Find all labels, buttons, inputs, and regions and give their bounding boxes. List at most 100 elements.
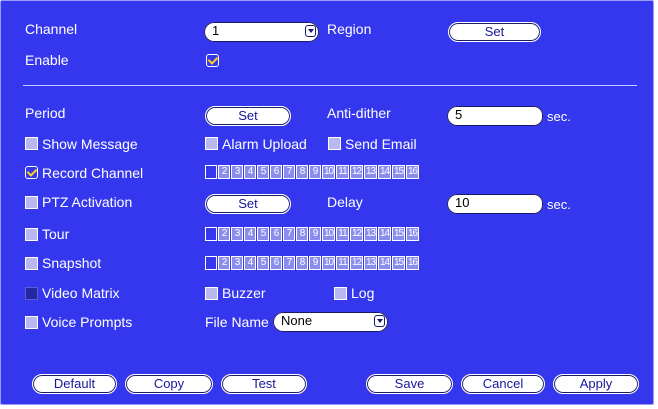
cancel-button[interactable]: Cancel — [461, 374, 545, 394]
snapshot-channel-14[interactable]: 14 — [378, 256, 391, 270]
region-label: Region — [327, 21, 372, 37]
record-channel-9[interactable]: 9 — [309, 165, 321, 179]
record-channel-12[interactable]: 12 — [350, 165, 363, 179]
snapshot-channel-5[interactable]: 5 — [257, 256, 269, 270]
apply-button[interactable]: Apply — [553, 374, 639, 394]
show-message-label: Show Message — [42, 136, 138, 152]
snapshot-channel-4[interactable]: 4 — [244, 256, 256, 270]
snapshot-channel-15[interactable]: 15 — [392, 256, 405, 270]
snapshot-channel-grid: 1 2 3 4 5 6 7 8 9 10 11 12 13 14 15 16 — [205, 256, 420, 272]
tour-channel-16[interactable]: 16 — [406, 227, 419, 241]
channel-select-value: 1 — [212, 23, 220, 38]
tour-checkbox[interactable] — [25, 228, 38, 241]
buzzer-checkbox[interactable] — [205, 287, 218, 300]
ptz-set-button[interactable]: Set — [205, 194, 291, 214]
alarm-upload-checkbox[interactable] — [205, 137, 218, 150]
tour-channel-14[interactable]: 14 — [378, 227, 391, 241]
log-checkbox[interactable] — [334, 287, 347, 300]
tour-channel-5[interactable]: 5 — [257, 227, 269, 241]
snapshot-label: Snapshot — [42, 255, 102, 271]
snapshot-checkbox[interactable] — [25, 257, 38, 270]
anti-dither-input[interactable]: 5 — [447, 106, 543, 126]
snapshot-channel-1[interactable]: 1 — [205, 256, 217, 270]
tour-channel-4[interactable]: 4 — [244, 227, 256, 241]
record-channel-10[interactable]: 10 — [322, 165, 335, 179]
delay-label: Delay — [327, 194, 363, 210]
channel-label: Channel — [25, 21, 78, 37]
snapshot-channel-8[interactable]: 8 — [296, 256, 308, 270]
snapshot-channel-9[interactable]: 9 — [309, 256, 321, 270]
anti-dither-label: Anti-dither — [327, 105, 391, 121]
snapshot-channel-13[interactable]: 13 — [364, 256, 377, 270]
tour-channel-2[interactable]: 2 — [218, 227, 230, 241]
chevron-down-icon[interactable] — [374, 315, 385, 327]
send-email-label: Send Email — [345, 136, 417, 152]
enable-checkbox[interactable] — [206, 54, 219, 67]
alarm-settings-panel: Channel 1 Region Set Enable Period Set A… — [0, 0, 654, 405]
record-channel-15[interactable]: 15 — [392, 165, 405, 179]
record-channel-13[interactable]: 13 — [364, 165, 377, 179]
snapshot-channel-3[interactable]: 3 — [231, 256, 243, 270]
record-channel-4[interactable]: 4 — [244, 165, 256, 179]
snapshot-channel-7[interactable]: 7 — [283, 256, 295, 270]
section-divider — [23, 85, 637, 86]
record-channel-11[interactable]: 11 — [336, 165, 349, 179]
tour-channel-15[interactable]: 15 — [392, 227, 405, 241]
snapshot-channel-2[interactable]: 2 — [218, 256, 230, 270]
tour-channel-1[interactable]: 1 — [205, 227, 217, 241]
period-label: Period — [25, 105, 66, 121]
period-set-button[interactable]: Set — [205, 106, 291, 126]
region-set-button[interactable]: Set — [448, 22, 541, 42]
tour-label: Tour — [42, 226, 70, 242]
record-channel-8[interactable]: 8 — [296, 165, 308, 179]
default-button[interactable]: Default — [32, 374, 117, 394]
snapshot-channel-12[interactable]: 12 — [350, 256, 363, 270]
copy-button[interactable]: Copy — [125, 374, 213, 394]
delay-unit: sec. — [547, 197, 571, 212]
voice-prompts-checkbox[interactable] — [25, 316, 38, 329]
voice-prompts-label: Voice Prompts — [42, 314, 133, 330]
tour-channel-grid: 1 2 3 4 5 6 7 8 9 10 11 12 13 14 15 16 — [205, 227, 420, 243]
snapshot-channel-6[interactable]: 6 — [270, 256, 282, 270]
snapshot-channel-16[interactable]: 16 — [406, 256, 419, 270]
show-message-checkbox[interactable] — [25, 137, 38, 150]
tour-channel-13[interactable]: 13 — [364, 227, 377, 241]
record-channel-label: Record Channel — [42, 165, 144, 181]
record-channel-1[interactable]: 1 — [205, 165, 217, 179]
file-name-label: File Name — [205, 314, 269, 330]
tour-channel-8[interactable]: 8 — [296, 227, 308, 241]
test-button[interactable]: Test — [221, 374, 307, 394]
record-channel-7[interactable]: 7 — [283, 165, 295, 179]
save-button[interactable]: Save — [366, 374, 453, 394]
tour-channel-6[interactable]: 6 — [270, 227, 282, 241]
chevron-down-icon[interactable] — [305, 25, 316, 37]
record-channel-2[interactable]: 2 — [218, 165, 230, 179]
tour-channel-3[interactable]: 3 — [231, 227, 243, 241]
tour-channel-12[interactable]: 12 — [350, 227, 363, 241]
enable-label: Enable — [25, 52, 69, 68]
video-matrix-checkbox[interactable] — [25, 287, 38, 300]
buzzer-label: Buzzer — [222, 285, 266, 301]
file-name-select[interactable]: None — [273, 312, 388, 332]
record-channel-5[interactable]: 5 — [257, 165, 269, 179]
record-channel-6[interactable]: 6 — [270, 165, 282, 179]
file-name-select-value: None — [281, 313, 313, 328]
tour-channel-7[interactable]: 7 — [283, 227, 295, 241]
record-channel-checkbox[interactable] — [25, 166, 38, 179]
tour-channel-10[interactable]: 10 — [322, 227, 335, 241]
snapshot-channel-11[interactable]: 11 — [336, 256, 349, 270]
log-label: Log — [351, 285, 375, 301]
alarm-upload-label: Alarm Upload — [222, 136, 307, 152]
record-channel-3[interactable]: 3 — [231, 165, 243, 179]
tour-channel-9[interactable]: 9 — [309, 227, 321, 241]
snapshot-channel-10[interactable]: 10 — [322, 256, 335, 270]
ptz-activation-checkbox[interactable] — [25, 196, 38, 209]
record-channel-16[interactable]: 16 — [406, 165, 419, 179]
ptz-activation-label: PTZ Activation — [42, 194, 133, 210]
channel-select[interactable]: 1 — [204, 22, 319, 42]
delay-input[interactable]: 10 — [447, 194, 543, 214]
send-email-checkbox[interactable] — [328, 137, 341, 150]
tour-channel-11[interactable]: 11 — [336, 227, 349, 241]
record-channel-14[interactable]: 14 — [378, 165, 391, 179]
anti-dither-unit: sec. — [547, 109, 571, 124]
